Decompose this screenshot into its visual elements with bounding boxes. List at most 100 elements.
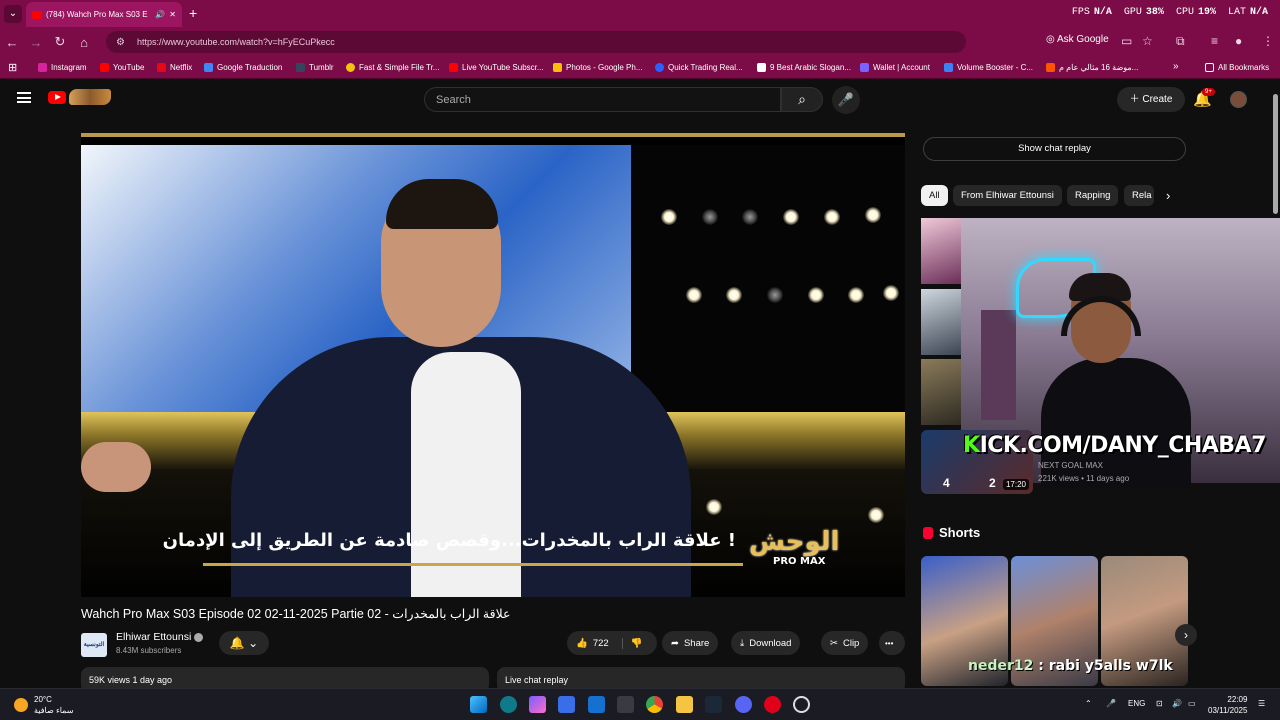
- stage-light: [661, 209, 677, 225]
- bookmark-arabic-slogans[interactable]: 9 Best Arabic Slogan...: [757, 63, 851, 72]
- stage-light: [883, 285, 899, 301]
- app-icon[interactable]: [793, 696, 810, 713]
- bookmark-youtube[interactable]: YouTube: [100, 63, 144, 72]
- browser-tab-bar: ⌄ (784) Wahch Pro Max S03 E 🔊 ✕ + FPS N/A…: [0, 0, 1280, 27]
- bookmarks-overflow-icon[interactable]: »: [1173, 61, 1179, 72]
- home-icon[interactable]: ⌂: [72, 35, 96, 50]
- weather-desc: سماء صافية: [34, 706, 74, 715]
- download-button[interactable]: ⤓ Download: [731, 631, 801, 655]
- bookmark-wallet[interactable]: Wallet | Account: [860, 63, 930, 72]
- bookmark-trading[interactable]: Quick Trading Real...: [655, 63, 743, 72]
- views-date: 59K views 1 day ago: [89, 675, 173, 685]
- battery-icon[interactable]: ▭: [1188, 699, 1196, 708]
- video-duration: 17:20: [1002, 479, 1029, 490]
- forward-arrow-icon[interactable]: →: [24, 35, 48, 50]
- menu-icon[interactable]: [17, 92, 31, 103]
- tray-overflow-icon[interactable]: ⌃: [1085, 699, 1092, 708]
- channel-avatar[interactable]: التونسية: [81, 633, 107, 657]
- bookmark-arabic[interactable]: موضة 16 مثالي عام م...: [1046, 63, 1138, 72]
- bookmark-volume-booster[interactable]: Volume Booster - C...: [944, 63, 1033, 72]
- share-button[interactable]: ➦ Share: [662, 631, 719, 655]
- reload-icon[interactable]: ↻: [48, 34, 72, 50]
- fps-readout: FPS N/A: [1071, 7, 1112, 18]
- youtube-doodle[interactable]: [69, 89, 111, 105]
- extensions-icon[interactable]: ⧉: [1176, 34, 1185, 49]
- close-tab-icon[interactable]: ✕: [169, 10, 176, 19]
- youtube-logo-icon[interactable]: [48, 91, 66, 104]
- account-avatar[interactable]: [1230, 91, 1247, 108]
- bookmark-file-transfer[interactable]: Fast & Simple File Tr...: [346, 63, 439, 72]
- discord-icon[interactable]: [735, 696, 752, 713]
- site-info-icon[interactable]: ⚙: [116, 37, 125, 48]
- bookmark-live-subs[interactable]: Live YouTube Subscr...: [449, 63, 544, 72]
- bookmark-google-photos[interactable]: Photos - Google Ph...: [553, 63, 643, 72]
- tab-search-icon[interactable]: ⌄: [4, 4, 22, 23]
- store-icon[interactable]: [558, 696, 575, 713]
- host-hand: [81, 442, 151, 492]
- all-bookmarks[interactable]: All Bookmarks: [1205, 63, 1269, 72]
- channel-name[interactable]: Elhiwar Ettounsi: [116, 631, 204, 643]
- browser-menu-icon[interactable]: ⋮: [1262, 34, 1274, 48]
- like-icon[interactable]: 👍: [576, 638, 588, 649]
- performance-overlay: FPS N/A GPU 38% CPU 19% LAT N/A: [1072, 7, 1268, 18]
- search-input[interactable]: Search: [424, 87, 781, 112]
- mic-tray-icon[interactable]: 🎤: [1106, 699, 1116, 708]
- bookmark-tumblr[interactable]: Tumblr: [296, 63, 334, 72]
- next-video-channel[interactable]: NEXT GOAL MAX: [1038, 461, 1103, 470]
- vscode-icon[interactable]: [588, 696, 605, 713]
- steam-icon[interactable]: [705, 696, 722, 713]
- ask-google-button[interactable]: ◎ Ask Google: [1046, 34, 1109, 45]
- chip-all[interactable]: All: [921, 185, 948, 206]
- network-icon[interactable]: ⊡: [1156, 699, 1163, 708]
- shorts-next-chevron-icon[interactable]: ›: [1175, 624, 1197, 646]
- chip-rapping[interactable]: Rapping: [1067, 185, 1119, 206]
- notification-center-icon[interactable]: ☰: [1258, 699, 1265, 708]
- clip-button[interactable]: ✂ Clip: [821, 631, 869, 655]
- active-tab[interactable]: (784) Wahch Pro Max S03 E 🔊 ✕: [26, 2, 182, 27]
- back-arrow-icon[interactable]: ←: [0, 35, 24, 50]
- subscribed-bell-button[interactable]: 🔔 ⌄: [219, 631, 269, 655]
- system-clock[interactable]: 22:09 03/11/2025: [1208, 694, 1247, 716]
- chrome-icon[interactable]: [646, 696, 663, 713]
- bookmark-star-icon[interactable]: ☆: [1142, 34, 1153, 48]
- kick-url-overlay: KICK.COM/DANY_CHABA7: [963, 433, 1266, 458]
- copilot-icon[interactable]: [529, 696, 546, 713]
- like-dislike-button[interactable]: 👍 722 👎: [567, 631, 657, 655]
- dislike-icon[interactable]: 👎: [621, 637, 643, 649]
- microphone-icon[interactable]: 🎤: [832, 86, 860, 114]
- address-bar[interactable]: ⚙ https://www.youtube.com/watch?v=hFyECu…: [106, 31, 966, 53]
- apps-grid-icon[interactable]: ⊞: [8, 61, 17, 74]
- windows-start-icon[interactable]: [470, 696, 487, 713]
- profile-icon[interactable]: ●: [1235, 34, 1242, 48]
- bookmark-google-traduction[interactable]: Google Traduction: [204, 63, 282, 72]
- search-icon[interactable]: ⌕: [781, 87, 823, 112]
- video-player[interactable]: علاقة الراب بالمخدرات...وقصص صادمة عن ال…: [81, 133, 905, 597]
- file-explorer-icon[interactable]: [676, 696, 693, 713]
- show-logo: الوحش: [749, 527, 840, 557]
- bookmark-netflix[interactable]: Netflix: [157, 63, 192, 72]
- bookmark-instagram[interactable]: Instagram: [38, 63, 87, 72]
- scrollbar-thumb[interactable]: [1273, 94, 1278, 214]
- video-thumbnail[interactable]: [921, 359, 961, 425]
- chip-related[interactable]: Rela: [1124, 185, 1154, 206]
- video-thumbnail[interactable]: [921, 218, 961, 284]
- new-tab-button[interactable]: +: [189, 5, 197, 21]
- audio-icon[interactable]: 🔊: [155, 10, 165, 19]
- weather-widget[interactable]: 20°C سماء صافية: [14, 694, 74, 716]
- chip-from-channel[interactable]: From Elhiwar Ettounsi: [953, 185, 1062, 206]
- opera-icon[interactable]: [764, 696, 781, 713]
- more-actions-button[interactable]: •••: [879, 631, 905, 655]
- chevron-right-icon[interactable]: ›: [1166, 188, 1170, 203]
- show-chat-replay-button[interactable]: Show chat replay: [923, 137, 1186, 161]
- create-button[interactable]: ＋ Create: [1117, 87, 1185, 112]
- media-icon[interactable]: ≡: [1211, 34, 1218, 48]
- app-icon[interactable]: [617, 696, 634, 713]
- stage-light: [808, 287, 824, 303]
- cast-icon[interactable]: ▭: [1121, 34, 1132, 48]
- stage-light: [686, 287, 702, 303]
- url-text: https://www.youtube.com/watch?v=hFyECuPk…: [136, 37, 335, 47]
- language-indicator[interactable]: ENG: [1128, 699, 1145, 708]
- volume-icon[interactable]: 🔊: [1172, 699, 1182, 708]
- edge-icon[interactable]: [500, 696, 517, 713]
- video-thumbnail[interactable]: [921, 289, 961, 355]
